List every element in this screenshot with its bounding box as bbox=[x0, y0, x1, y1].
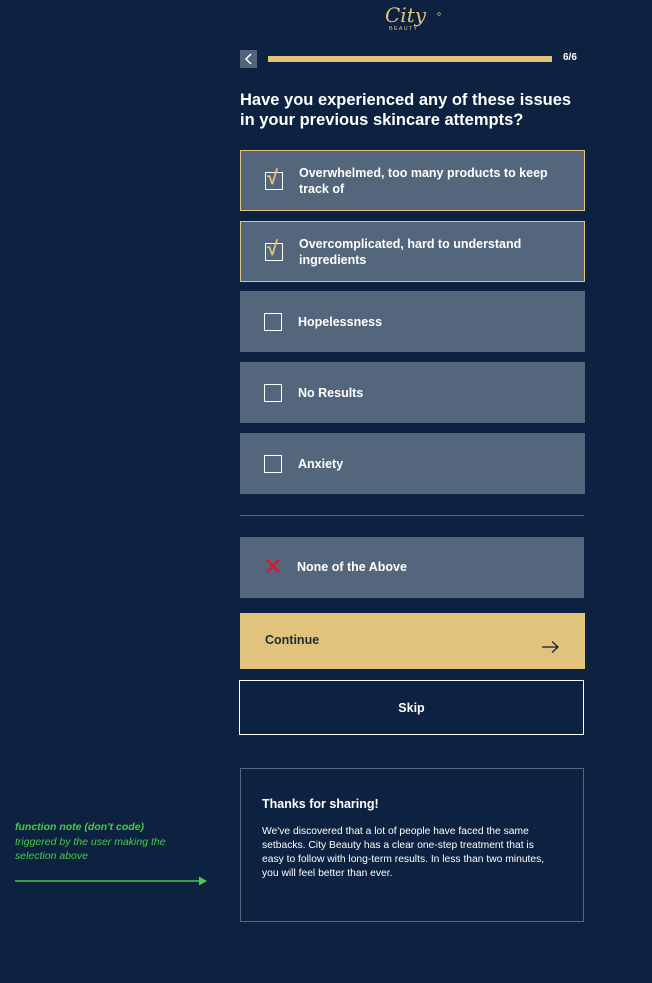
continue-label: Continue bbox=[265, 633, 320, 647]
checkbox[interactable]: √ bbox=[265, 167, 283, 190]
option-none-of-the-above[interactable]: None of the Above bbox=[240, 537, 584, 598]
chevron-left-icon bbox=[244, 53, 252, 65]
option-no-results[interactable]: No Results bbox=[240, 362, 585, 423]
x-icon bbox=[266, 559, 280, 573]
option-anxiety[interactable]: Anxiety bbox=[240, 433, 585, 494]
checkbox[interactable] bbox=[264, 454, 282, 473]
svg-text:City: City bbox=[385, 4, 427, 27]
checkbox[interactable] bbox=[264, 383, 282, 402]
checkbox[interactable] bbox=[264, 312, 282, 331]
option-label: No Results bbox=[298, 385, 364, 400]
option-label: Hopelessness bbox=[298, 314, 383, 329]
thanks-body: We've discovered that a lot of people ha… bbox=[262, 826, 545, 879]
progress-fill bbox=[268, 56, 552, 62]
option-label: Overcomplicated, hard to understand ingr… bbox=[299, 236, 522, 267]
function-note: function note (don't code) triggered by … bbox=[15, 820, 205, 864]
none-option-label: None of the Above bbox=[297, 560, 407, 574]
city-beauty-logo: City BEAUTY bbox=[384, 3, 442, 32]
back-button[interactable] bbox=[240, 50, 257, 68]
thanks-message-panel: Thanks for sharing! We've discovered tha… bbox=[240, 768, 584, 922]
continue-button[interactable]: Continue bbox=[240, 613, 585, 669]
progress-count: 6/6 bbox=[563, 52, 577, 63]
arrow-right-icon bbox=[542, 640, 560, 654]
note-text: triggered by the user making the selecti… bbox=[15, 835, 166, 863]
skip-button[interactable]: Skip bbox=[239, 680, 584, 735]
checkbox[interactable]: √ bbox=[265, 238, 283, 261]
question-heading: Have you experienced any of these issues… bbox=[240, 91, 572, 129]
option-label: Anxiety bbox=[298, 456, 344, 471]
progress-bar bbox=[268, 56, 552, 62]
note-title: function note (don't code) bbox=[15, 821, 145, 833]
option-overwhelmed[interactable]: √ Overwhelmed, too many products to keep… bbox=[240, 150, 585, 211]
option-hopelessness[interactable]: Hopelessness bbox=[240, 291, 585, 352]
option-label: Overwhelmed, too many products to keep t… bbox=[299, 165, 548, 196]
arrow-right-icon bbox=[15, 876, 207, 886]
thanks-title: Thanks for sharing! bbox=[262, 797, 379, 811]
checkmark-icon: √ bbox=[267, 237, 278, 260]
skip-label: Skip bbox=[398, 700, 425, 715]
svg-text:BEAUTY: BEAUTY bbox=[389, 26, 418, 32]
logo-mark: City BEAUTY bbox=[385, 3, 441, 32]
checkmark-icon: √ bbox=[267, 166, 278, 189]
option-overcomplicated[interactable]: √ Overcomplicated, hard to understand in… bbox=[240, 221, 585, 282]
divider bbox=[240, 515, 584, 516]
